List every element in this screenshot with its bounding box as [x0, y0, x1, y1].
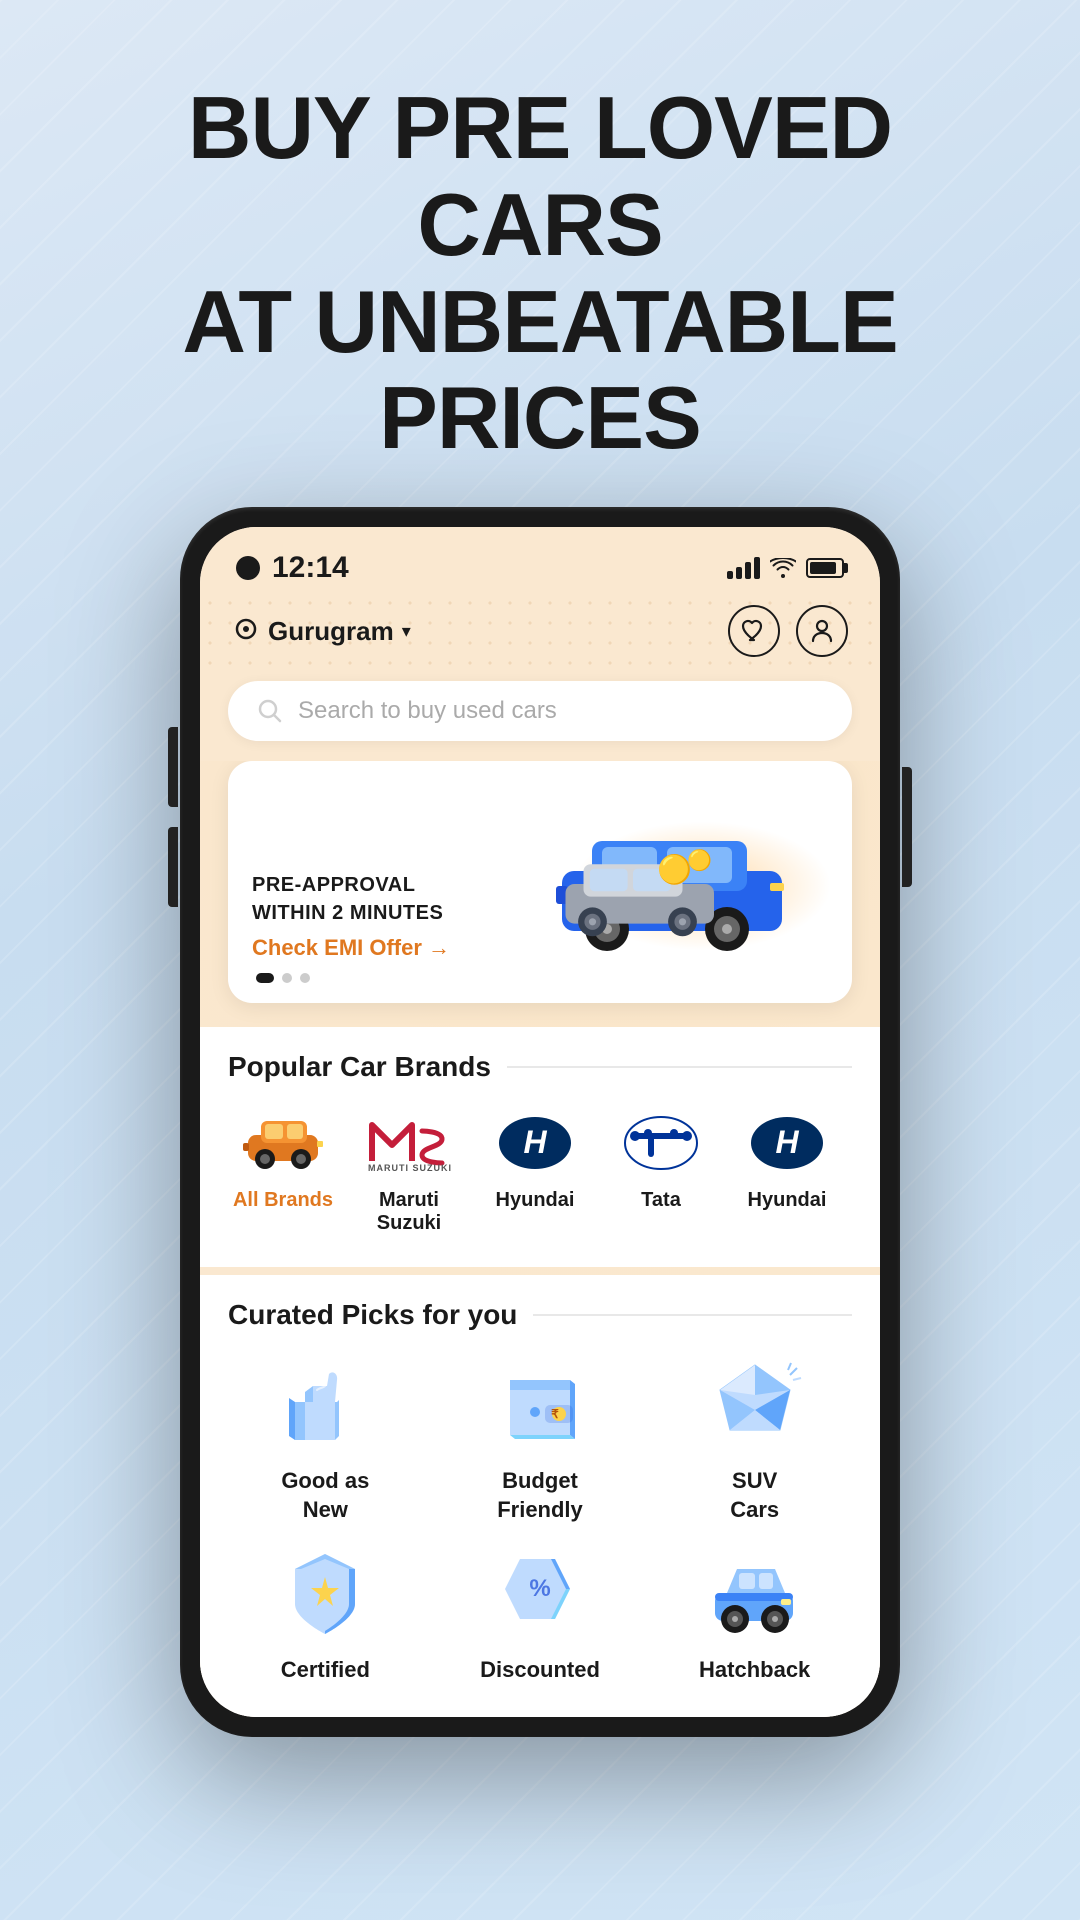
- pick-icon-budget-friendly: ₹: [485, 1355, 595, 1455]
- chevron-down-icon: ▾: [402, 621, 411, 642]
- brand-icon-hyundai2: H: [742, 1107, 832, 1179]
- pick-budget-friendly[interactable]: ₹ BudgetFriendly: [443, 1355, 638, 1524]
- brand-label-hyundai1: Hyundai: [496, 1189, 575, 1212]
- indicator-2: [282, 973, 292, 983]
- brand-item-hyundai1[interactable]: H Hyundai: [480, 1107, 590, 1235]
- maruti-suzuki-logo: MARUTI SUZUKI: [364, 1113, 454, 1173]
- brand-icon-hyundai1: H: [490, 1107, 580, 1179]
- car-all-brands-icon: [243, 1113, 323, 1173]
- pick-icon-suv-cars: [700, 1355, 810, 1455]
- wifi-icon: [770, 558, 796, 578]
- tag-percent-icon: %: [490, 1549, 590, 1639]
- pick-discounted[interactable]: % Discounted: [443, 1544, 638, 1685]
- pick-certified[interactable]: Certified: [228, 1544, 423, 1685]
- pick-label-budget-friendly: BudgetFriendly: [497, 1467, 583, 1524]
- camera-icon: [236, 556, 260, 580]
- signal-icon: [727, 557, 760, 579]
- phone-screen: 12:14: [200, 527, 880, 1717]
- banner-cta-button[interactable]: Check EMI Offer →: [252, 935, 828, 961]
- search-icon: [256, 697, 284, 725]
- brand-label-hyundai2: Hyundai: [748, 1189, 827, 1212]
- brands-title: Popular Car Brands: [228, 1051, 491, 1083]
- pick-icon-discounted: %: [485, 1544, 595, 1644]
- diamond-car-icon: [705, 1360, 805, 1450]
- status-bar: 12:14: [200, 527, 880, 593]
- search-container: Search to buy used cars: [200, 673, 880, 761]
- brands-divider: [507, 1066, 852, 1068]
- pick-label-hatchback: Hatchback: [699, 1656, 810, 1685]
- brand-item-tata[interactable]: Tata: [606, 1107, 716, 1235]
- tata-logo: [621, 1113, 701, 1173]
- pick-label-certified: Certified: [281, 1656, 370, 1685]
- pick-icon-good-as-new: [270, 1355, 380, 1455]
- location-selector[interactable]: Gurugram ▾: [232, 616, 411, 647]
- time-display: 12:14: [272, 551, 349, 585]
- indicator-active: [256, 973, 274, 983]
- pick-icon-certified: [270, 1544, 380, 1644]
- banner-indicators: [228, 961, 852, 1003]
- pick-label-good-as-new: Good asNew: [281, 1467, 369, 1524]
- shield-star-icon: [275, 1549, 375, 1639]
- coins-decoration-2: 🟡: [687, 848, 712, 873]
- indicator-3: [300, 973, 310, 983]
- hatchback-car-icon: [705, 1549, 805, 1639]
- brand-icon-all: [238, 1107, 328, 1179]
- brand-label-all: All Brands: [233, 1189, 333, 1212]
- brand-item-hyundai2[interactable]: H Hyundai: [732, 1107, 842, 1235]
- banner-label-line1: PRE-APPROVAL: [252, 871, 828, 899]
- svg-text:H: H: [523, 1124, 547, 1160]
- brand-icon-maruti: MARUTI SUZUKI: [364, 1107, 454, 1179]
- svg-text:%: %: [529, 1575, 550, 1602]
- pick-label-suv-cars: SUVCars: [730, 1467, 779, 1524]
- pick-label-discounted: Discounted: [480, 1656, 600, 1685]
- phone-mockup: 12:14: [0, 507, 1080, 1737]
- picks-grid: Good asNew: [228, 1355, 852, 1685]
- hyundai-logo-2: H: [747, 1113, 827, 1173]
- hyundai-logo-1: H: [495, 1113, 575, 1173]
- app-header: Gurugram ▾: [200, 593, 880, 673]
- location-text: Gurugram: [268, 616, 394, 647]
- profile-button[interactable]: [796, 605, 848, 657]
- brand-icon-tata: [616, 1107, 706, 1179]
- banner-label-line2: WITHIN 2 MINUTES: [252, 899, 828, 927]
- picks-title: Curated Picks for you: [228, 1299, 517, 1331]
- hero-title: BUY PRE LOVED CARS AT UNBEATABLE PRICES: [0, 0, 1080, 507]
- pick-suv-cars[interactable]: SUVCars: [657, 1355, 852, 1524]
- pick-good-as-new[interactable]: Good asNew: [228, 1355, 423, 1524]
- banner-card[interactable]: 🟡 🟡 PRE-APPROVAL WITHIN 2 MINUTES Check …: [228, 761, 852, 1003]
- search-placeholder-text: Search to buy used cars: [298, 697, 557, 725]
- brand-label-tata: Tata: [641, 1189, 681, 1212]
- brands-scroll-row: All Brands MARUTI SUZUKI: [228, 1107, 852, 1243]
- search-bar[interactable]: Search to buy used cars: [228, 681, 852, 741]
- brand-label-maruti: MarutiSuzuki: [377, 1189, 441, 1235]
- pick-icon-hatchback: [700, 1544, 810, 1644]
- hero-section: BUY PRE LOVED CARS AT UNBEATABLE PRICES: [0, 0, 1080, 507]
- phone-outer: 12:14: [180, 507, 900, 1737]
- svg-text:MARUTI SUZUKI: MARUTI SUZUKI: [368, 1163, 452, 1173]
- header-actions: [728, 605, 848, 657]
- wallet-rupee-icon: ₹: [490, 1360, 590, 1450]
- brands-section-header: Popular Car Brands: [228, 1051, 852, 1083]
- wishlist-button[interactable]: [728, 605, 780, 657]
- popular-brands-section: Popular Car Brands: [200, 1027, 880, 1267]
- svg-text:H: H: [775, 1124, 799, 1160]
- status-time-area: 12:14: [236, 551, 349, 585]
- brand-item-maruti[interactable]: MARUTI SUZUKI MarutiSuzuki: [354, 1107, 464, 1235]
- picks-divider: [533, 1314, 852, 1316]
- brand-item-all[interactable]: All Brands: [228, 1107, 338, 1235]
- heart-icon: [741, 619, 767, 643]
- person-icon: [811, 619, 833, 643]
- curated-picks-section: Curated Picks for you: [200, 1275, 880, 1717]
- battery-icon: [806, 558, 844, 578]
- svg-text:₹: ₹: [551, 1407, 559, 1421]
- location-pin-icon: [232, 617, 260, 645]
- thumbsup-icon: [275, 1360, 375, 1450]
- status-icons: [727, 557, 844, 579]
- picks-section-header: Curated Picks for you: [228, 1299, 852, 1331]
- pick-hatchback[interactable]: Hatchback: [657, 1544, 852, 1685]
